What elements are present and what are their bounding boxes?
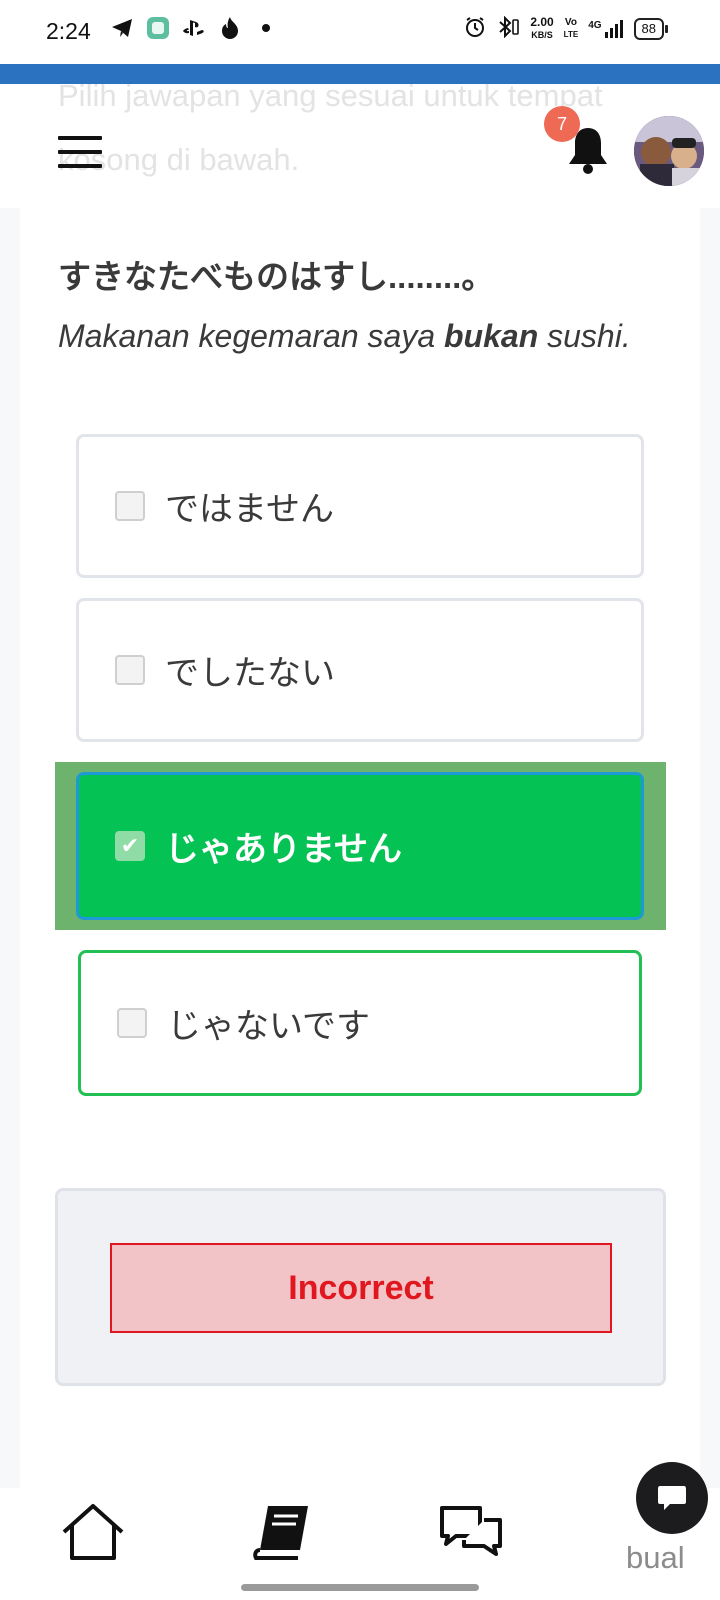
menu-line [58, 150, 102, 154]
option-checkbox[interactable] [117, 1008, 147, 1038]
chat-label: bual [626, 1540, 685, 1575]
status-time: 2:24 [46, 18, 91, 44]
option-label: ではません [165, 490, 334, 529]
battery-indicator: 88 [633, 17, 669, 40]
app-header: Pilih jawapan yang sesuai untuk tempat k… [0, 78, 720, 208]
translation-bold: bukan [444, 318, 539, 354]
option-checkbox[interactable] [115, 655, 145, 685]
system-icons: 2.00 KB/S Vo LTE 4G 88 [464, 15, 669, 41]
option-checkbox[interactable] [115, 491, 145, 521]
speed-value: 2.00 [530, 15, 554, 29]
answer-option-2[interactable]: でしたない [76, 598, 644, 742]
question-text: すきなたべものはすし........。 [58, 258, 495, 295]
question-translation: Makanan kegemaran saya bukan sushi. [58, 318, 631, 355]
menu-line [58, 136, 102, 140]
app-icon [146, 16, 170, 40]
chat-icon[interactable] [438, 1502, 504, 1562]
signal-icon: 4G [588, 19, 623, 38]
option-checkbox-checked[interactable]: ✔ [115, 831, 145, 861]
home-indicator[interactable] [241, 1584, 479, 1591]
network-speed: 2.00 KB/S [530, 16, 553, 41]
speed-unit: KB/S [531, 30, 553, 40]
menu-line [58, 164, 102, 168]
network-type: 4G [588, 19, 602, 31]
alarm-icon [464, 16, 486, 41]
instruction-text: Pilih jawapan yang sesuai untuk tempat k… [58, 78, 603, 177]
option-label: じゃありません [165, 830, 402, 869]
chat-fab-button[interactable] [636, 1462, 708, 1534]
tinder-icon [218, 16, 242, 40]
volte-top: Vo [564, 16, 577, 28]
option-label: でしたない [165, 654, 335, 693]
volte-bottom: LTE [563, 29, 579, 39]
playstation-icon [182, 16, 206, 40]
answer-option-3[interactable]: ✔ じゃありません [76, 772, 644, 920]
answer-option-4[interactable]: じゃないです [78, 950, 642, 1096]
home-icon[interactable] [60, 1502, 126, 1562]
translation-after: sushi. [538, 318, 631, 354]
volte-indicator: Vo LTE [564, 17, 579, 41]
chat-bubble-icon [658, 1486, 686, 1510]
option-label: じゃないです [167, 1007, 370, 1046]
notification-badge: 7 [544, 106, 580, 142]
telegram-icon [110, 16, 134, 40]
notification-icons [110, 16, 278, 40]
bluetooth-icon [496, 15, 520, 41]
menu-icon[interactable] [58, 136, 102, 170]
feedback-panel: Incorrect [55, 1188, 666, 1386]
translation-before: Makanan kegemaran saya [58, 318, 444, 354]
status-bar: 2:24 2.00 KB/S Vo LTE 4G 88 [0, 0, 720, 64]
dot-icon [254, 16, 278, 40]
book-icon[interactable] [250, 1502, 316, 1562]
incorrect-message: Incorrect [110, 1243, 612, 1333]
avatar[interactable] [634, 116, 704, 186]
answer-option-1[interactable]: ではません [76, 434, 644, 578]
